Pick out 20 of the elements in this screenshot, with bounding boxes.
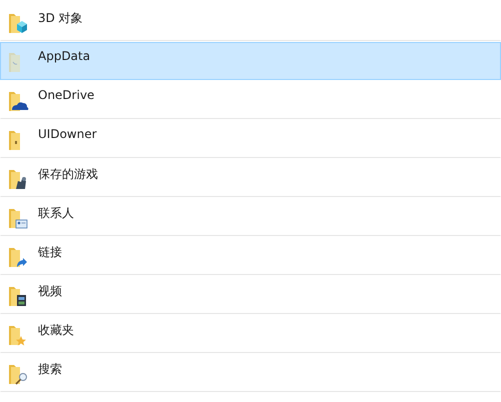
folder-name: 链接 [38,244,62,261]
folder-name: 视频 [38,283,62,300]
chess-piece-folder-icon [9,170,29,190]
folder-name: 联系人 [38,205,74,222]
magnifier-folder-icon [9,365,29,385]
folder-name: 搜索 [38,361,62,378]
folder-icon [9,131,20,151]
film-folder-icon [9,287,29,307]
folder-name: 收藏夹 [38,322,74,339]
folder-row[interactable]: AppData [0,42,501,80]
folder-name: UIDowner [38,127,97,141]
arrow-folder-icon [9,248,29,268]
folder-name: AppData [38,49,90,63]
cloud-folder-icon [9,92,29,112]
folder-name: 保存的游戏 [38,166,98,183]
folder-name: OneDrive [38,88,94,102]
cube-folder-icon [9,14,29,34]
folder-name: 3D 对象 [38,10,83,27]
contact-card-folder-icon [9,209,29,229]
faded-folder-icon [9,53,20,73]
